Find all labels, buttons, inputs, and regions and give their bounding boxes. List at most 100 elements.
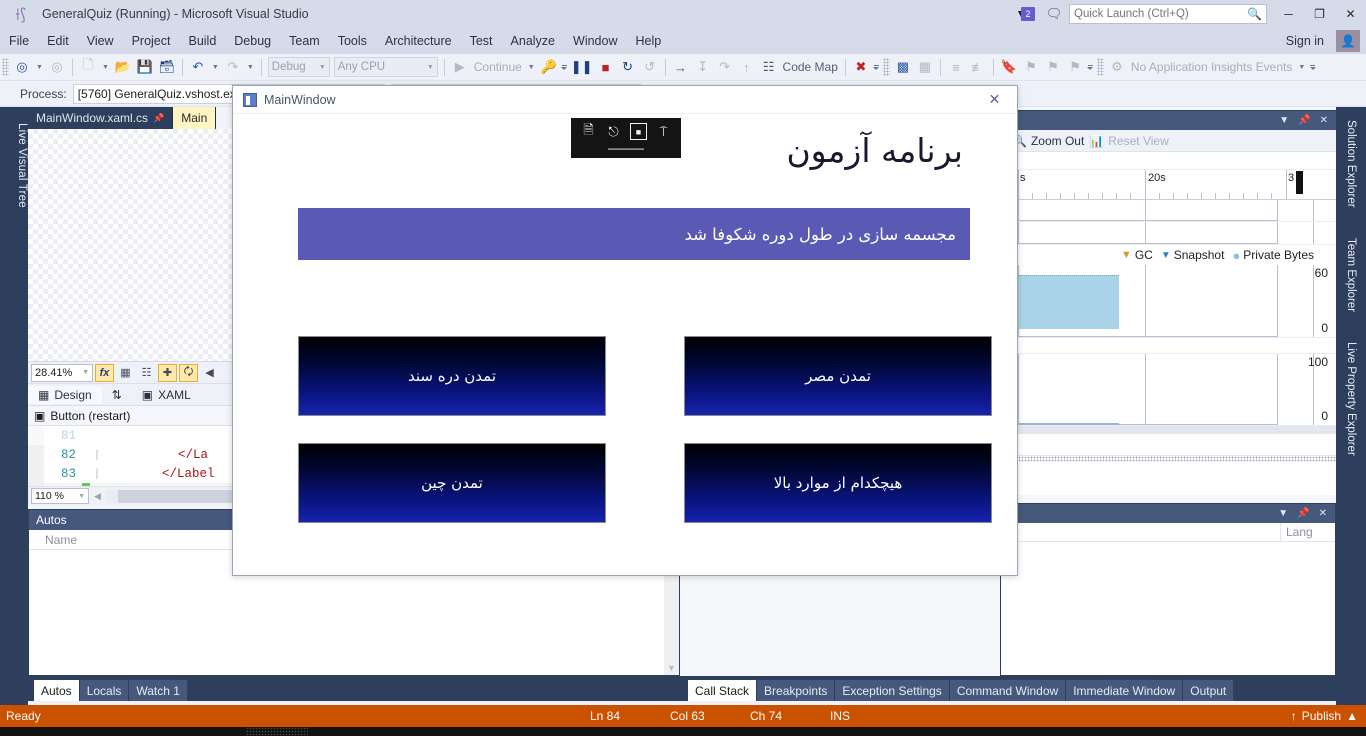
scroll-down-icon[interactable]: ▼ [667,663,676,673]
code-map-button[interactable]: Code Map [780,60,841,74]
snapping-icon[interactable]: ☷ [137,364,156,382]
tab-breakpoints[interactable]: Breakpoints [757,680,835,701]
menu-item-window[interactable]: Window [564,31,626,51]
open-file-icon[interactable]: 📂 [112,56,134,78]
pin-icon[interactable]: 📌 [1297,508,1309,519]
panel-resize-grip[interactable] [1000,456,1336,462]
search-icon[interactable]: 🔍 [1247,7,1262,21]
menu-item-view[interactable]: View [78,31,123,51]
display-layout-adorners-icon[interactable]: ■ [630,123,647,140]
solution-platform-dropdown[interactable]: Any CPU ▼ [333,57,438,77]
fold-marker[interactable]: │ [90,450,104,460]
answer-button-c[interactable]: تمدن چین [298,443,606,523]
cpu-chart[interactable]: 100 0 [1000,354,1336,426]
sidebar-item-team-explorer[interactable]: Team Explorer [1336,229,1366,321]
avatar[interactable]: 👤 [1336,30,1360,52]
sidebar-item-solution-explorer[interactable]: Solution Explorer [1336,111,1366,217]
tab-immediate-window[interactable]: Immediate Window [1066,680,1183,701]
tab-command-window[interactable]: Command Window [949,680,1066,701]
feedback-smiley-icon[interactable]: 🗨 [1039,3,1069,25]
navigate-back-dropdown[interactable]: ▼ [33,64,46,71]
grid-icon[interactable]: ▦ [116,364,135,382]
tab-design-view[interactable]: ▦ Design [28,385,102,404]
undo-icon[interactable]: ↶ [187,56,209,78]
zoom-out-button[interactable]: 🔍 Zoom Out [1012,134,1084,148]
solution-configuration-dropdown[interactable]: Debug ▼ [267,57,330,77]
close-button[interactable]: ✕ [1335,0,1366,28]
toolbar-grip-2[interactable] [882,58,890,76]
continue-dropdown[interactable]: ▼ [525,64,538,71]
tab-exception-settings[interactable]: Exception Settings [835,680,949,701]
menu-item-analyze[interactable]: Analyze [502,31,564,51]
enable-selection-icon[interactable]: ⎋ [605,123,622,140]
tab-call-stack[interactable]: Call Stack [688,680,757,701]
continue-button[interactable]: Continue [471,60,525,74]
navigate-back-icon[interactable]: ◎ [11,56,33,78]
menu-item-architecture[interactable]: Architecture [376,31,461,51]
toolbar-grip[interactable] [2,58,9,76]
minimize-button[interactable]: ─ [1273,0,1304,28]
tab-xaml-view[interactable]: ▣ XAML [132,386,201,404]
effects-fx-icon[interactable]: fx [95,363,114,382]
sidebar-item-live-property-explorer[interactable]: Live Property Explorer [1336,333,1366,465]
scroll-left-icon[interactable]: ◀ [200,364,219,382]
comment-icon[interactable]: ▩ [892,56,914,78]
memory-usage-track[interactable] [1000,222,1336,245]
chevron-down-icon[interactable]: ▼ [1279,115,1289,126]
scroll-left-icon[interactable]: ◀ [92,491,103,502]
toggle-breakpoint-icon[interactable]: ✖ [850,56,872,78]
toolbar-overflow-1[interactable] [560,57,569,77]
menu-item-edit[interactable]: Edit [38,31,78,51]
mainwindow-close-button[interactable]: ✕ [972,86,1017,114]
adorner-drag-handle[interactable] [608,148,644,150]
close-icon[interactable]: ✕ [1320,115,1328,126]
redo-dropdown[interactable]: ▼ [244,64,257,71]
menu-item-debug[interactable]: Debug [225,31,280,51]
sign-in-button[interactable]: Sign in [1278,31,1332,51]
step-into-icon[interactable]: → [670,56,692,78]
notification-flag-icon[interactable]: ▼ 2 [1005,3,1039,25]
taskbar-button[interactable] [246,727,308,736]
attach-process-icon[interactable]: 🔑 [538,56,560,78]
menu-item-test[interactable]: Test [461,31,502,51]
xaml-runtime-adorner-toolbar[interactable]: 🗎 ⎋ ■ ⍑ [571,118,681,158]
restart-icon[interactable]: ↻ [617,56,639,78]
menu-item-build[interactable]: Build [179,31,225,51]
publish-button[interactable]: ↑ Publish ▲ [1291,709,1366,723]
save-icon[interactable]: 💾 [134,56,156,78]
app-insights-events-label[interactable]: No Application Insights Events [1128,60,1295,74]
menu-item-help[interactable]: Help [626,31,670,51]
mainwindow-app-window[interactable]: MainWindow ✕ 🗎 ⎋ ■ ⍑ برنامه آزمون مجسمه … [232,85,1018,576]
undo-dropdown[interactable]: ▼ [209,64,222,71]
tab-output[interactable]: Output [1183,680,1234,701]
bookmark-icon[interactable]: 🔖 [998,56,1020,78]
code-map-icon[interactable]: ☷ [758,56,780,78]
refresh-designer-icon[interactable]: 🗘 [179,363,198,382]
pause-icon[interactable]: ❚❚ [569,56,595,78]
quick-launch-box[interactable]: 🔍 [1069,4,1267,24]
reset-view-button[interactable]: 📊 Reset View [1089,134,1168,148]
track-focused-element-icon[interactable]: ⍑ [655,123,672,140]
pin-icon[interactable]: 📌 [1298,115,1310,126]
chevron-down-icon[interactable]: ▼ [1278,508,1288,519]
toolbar-overflow-2[interactable] [872,57,881,77]
pin-icon[interactable]: 📌 [153,113,164,124]
fold-marker[interactable]: │ [90,469,104,479]
restore-button[interactable]: ❐ [1304,0,1335,28]
document-tab-mainwindow-xaml-cs[interactable]: MainWindow.xaml.cs 📌 [28,107,174,129]
document-tab-mainwindow-xaml[interactable]: Main [173,107,217,129]
swap-panes-button[interactable]: ⇅ [102,386,132,404]
app-insights-dropdown[interactable]: ▼ [1295,64,1308,71]
tab-watch-1[interactable]: Watch 1 [129,680,187,701]
menu-item-tools[interactable]: Tools [329,31,376,51]
tab-autos[interactable]: Autos [34,680,79,701]
designer-zoom-dropdown[interactable]: 28.41% ▼ [31,363,93,382]
editor-zoom-dropdown[interactable]: 110 % ▼ [31,488,89,504]
close-icon[interactable]: ✕ [1319,508,1327,519]
tab-locals[interactable]: Locals [79,680,129,701]
menu-item-team[interactable]: Team [280,31,329,51]
events-track[interactable] [1000,200,1336,222]
toolbar-overflow-4[interactable] [1308,57,1317,77]
go-to-live-visual-tree-icon[interactable]: 🗎 [580,122,597,140]
timeline-cursor[interactable] [1296,171,1303,194]
